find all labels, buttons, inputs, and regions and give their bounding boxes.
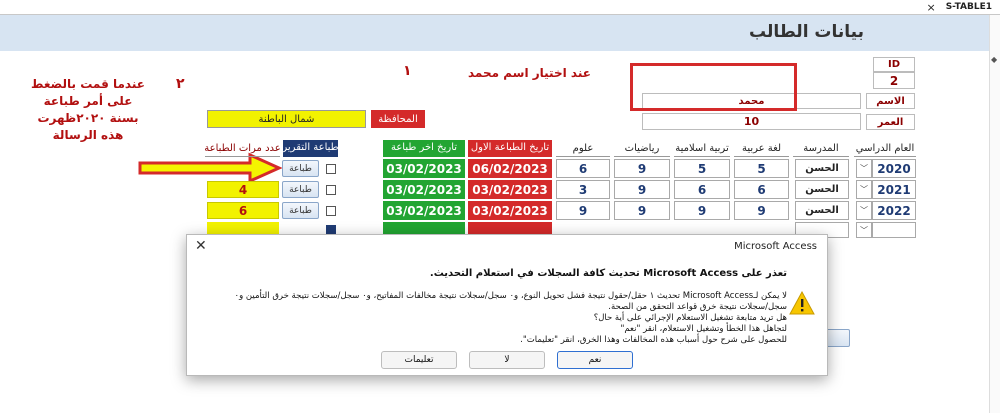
cell-science[interactable]: 3 [556,180,610,199]
note-2-line: عندما قمت بالضغط [31,77,145,91]
cell-school[interactable]: الحسن [795,159,849,178]
note-2-line: على أمر طباعة [43,94,133,108]
cell-year[interactable]: 2021 [872,180,916,199]
dialog-message-line: لا يمكن لـMicrosoft Access تحديث ١ حقل/ح… [234,291,787,312]
cell-islamic[interactable]: 9 [674,201,730,220]
chevron-down-icon[interactable]: ﹀ [856,222,872,238]
header-last-print: تاريخ اخر طباعة [383,140,465,157]
age-label: العمر [866,114,915,130]
cell-year[interactable]: 2022 [872,201,916,220]
cell-school[interactable]: الحسن [795,180,849,199]
annotation-highlight-box [630,63,797,111]
cell-science[interactable]: 9 [556,201,610,220]
governorate-label: المحافظة [371,110,425,128]
header-print-report: طباعة التقرير [282,140,339,157]
print-button[interactable]: طباعة [282,160,319,177]
print-checkbox[interactable] [326,225,336,234]
dialog-heading: تعذر على Microsoft Access تحديث كافة الس… [429,268,787,279]
cell-arabic[interactable]: 5 [734,159,789,178]
header-first-print: تاريخ الطباعة الاول [468,140,552,157]
print-button[interactable]: طباعة [282,181,319,198]
header-year: العام الدراسي [854,140,916,157]
form-title: بيانات الطالب [748,22,864,42]
yes-button[interactable]: نعم [557,351,633,369]
cell-arabic[interactable]: 9 [734,201,789,220]
id-field[interactable]: 2 [873,72,915,89]
document-tab-strip [0,0,1000,15]
note-2-text: عندما قمت بالضغط على أمر طباعة بسنة ٢٠٢٠… [18,76,158,144]
cell-math[interactable]: 9 [614,159,670,178]
chevron-down-icon[interactable]: ﹀ [856,201,872,220]
cell-first-print[interactable]: 06/02/2023 [468,159,552,178]
cell-math[interactable]: 9 [614,180,670,199]
cell-year[interactable]: 2020 [872,159,916,178]
cell-print-count[interactable] [207,222,279,234]
note-1-text: عند اختيار اسم محمد [468,66,591,80]
cell-school[interactable]: الحسن [795,201,849,220]
dialog-message-line: لتجاهل هذا الخطأ وتشغيل الاستعلام، انقر … [620,324,787,334]
hidden-form-button[interactable] [826,329,850,347]
print-checkbox[interactable] [326,185,336,195]
chevron-down-icon[interactable]: ﹀ [856,180,872,199]
cell-last-print[interactable] [383,222,465,234]
cell-science[interactable]: 6 [556,159,610,178]
cell-islamic[interactable]: 5 [674,159,730,178]
name-label: الاسم [866,93,915,109]
header-math: رياضيات [614,140,670,157]
header-arabic: لغة عربية [734,140,789,157]
no-button[interactable]: لا [469,351,545,369]
cell-year[interactable] [872,222,916,238]
vertical-scrollbar[interactable]: ◆ [989,15,1000,413]
header-science: علوم [556,140,610,157]
chevron-down-icon[interactable]: ﹀ [856,159,872,178]
dialog-app-name: Microsoft Access [734,241,817,252]
document-tab[interactable]: × S-TABLE1 [926,0,992,14]
id-label: ID [873,57,915,72]
scroll-arrow-icon[interactable]: ◆ [991,55,997,64]
header-print-count: عدد مرات الطباعة [205,140,280,157]
close-icon[interactable]: ✕ [195,238,207,254]
note-2-line: بسنة ٢٠٢٠ظهرت [37,111,139,125]
warning-icon [789,291,815,315]
tab-label: S-TABLE1 [945,2,992,12]
cell-first-print[interactable] [468,222,552,234]
cell-arabic[interactable]: 6 [734,180,789,199]
print-checkbox[interactable] [326,164,336,174]
dialog-message-line: هل تريد متابعة تشغيل الاستعلام الإجرائي … [593,313,787,323]
dialog-message: لا يمكن لـMicrosoft Access تحديث ١ حقل/ح… [227,291,787,346]
cell-first-print[interactable]: 03/02/2023 [468,201,552,220]
cell-print-count[interactable]: 6 [207,202,279,219]
print-button[interactable]: طباعة [282,202,319,219]
dialog-message-line: للحصول على شرح حول أسباب هذه المخالفات و… [520,335,787,345]
note-2-number: ٢ [176,76,185,92]
cell-print-count[interactable]: 4 [207,181,279,198]
error-dialog: ✕ Microsoft Access تعذر على Microsoft Ac… [186,234,828,376]
age-field[interactable]: 10 [642,113,861,130]
cell-first-print[interactable]: 03/02/2023 [468,180,552,199]
cell-last-print[interactable]: 03/02/2023 [383,180,465,199]
governorate-field[interactable]: شمال الباطنة [207,110,366,128]
cell-last-print[interactable]: 03/02/2023 [383,159,465,178]
note-2-line: هذه الرسالة [52,128,124,142]
note-1-number: ١ [403,63,412,79]
cell-islamic[interactable]: 6 [674,180,730,199]
cell-math[interactable]: 9 [614,201,670,220]
dialog-title-bar [187,235,827,259]
help-button[interactable]: تعليمات [381,351,457,369]
cell-last-print[interactable]: 03/02/2023 [383,201,465,220]
header-school: المدرسة [793,140,849,157]
close-tab-icon[interactable]: × [926,1,935,14]
header-islamic: تربية اسلامية [674,140,730,157]
print-checkbox[interactable] [326,206,336,216]
